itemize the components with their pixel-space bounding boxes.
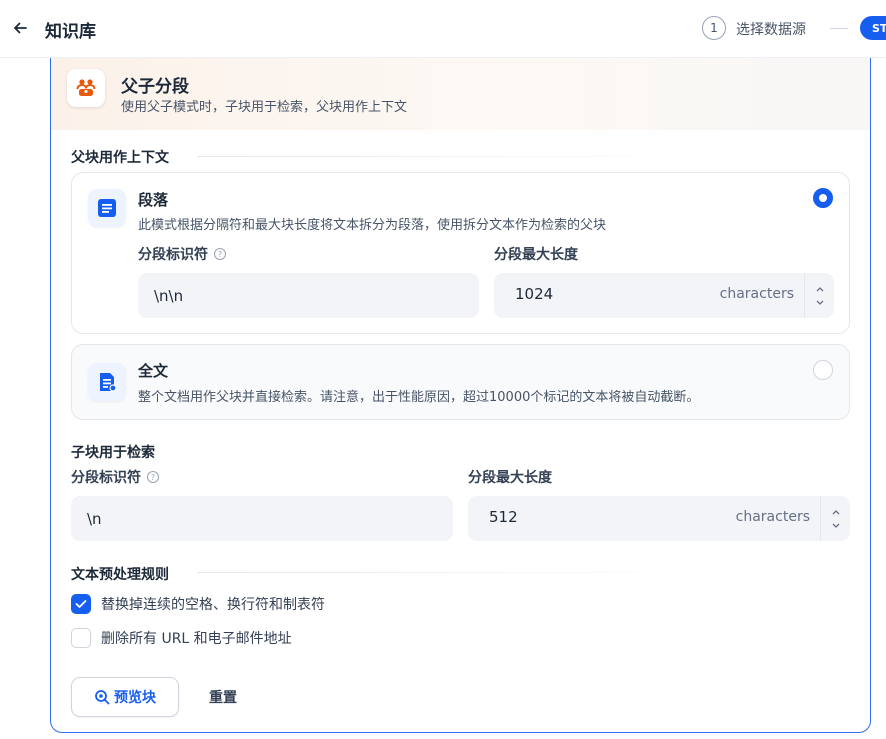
fulltext-doc-icon: [100, 373, 117, 392]
child-max-length-input[interactable]: 512 characters: [468, 496, 850, 541]
parent-max-length-unit: characters: [719, 286, 794, 302]
child-delimiter-label: 分段标识符 ?: [71, 467, 159, 487]
option-paragraph[interactable]: 段落 此模式根据分隔符和最大块长度将文本拆分为段落，使用拆分文本作为检索的父块 …: [71, 172, 850, 334]
mode-description: 使用父子模式时，子块用于检索，父块用作上下文: [121, 100, 408, 115]
parent-child-mode-card: 父子分段 使用父子模式时，子块用于检索，父块用作上下文 父块用作上下文 段落 此…: [50, 58, 871, 733]
parent-max-length-value[interactable]: 1024: [515, 285, 553, 303]
check-icon: [75, 600, 87, 608]
child-delimiter-label-text: 分段标识符: [71, 470, 141, 486]
option-paragraph-title: 段落: [138, 191, 169, 209]
chevron-down-icon: [832, 523, 839, 528]
rule-replace-whitespace-label: 替换掉连续的空格、换行符和制表符: [101, 597, 325, 613]
preview-chunks-button[interactable]: 预览块: [71, 677, 179, 717]
option-fulltext-radio[interactable]: [813, 360, 833, 380]
chevron-down-icon: [816, 300, 823, 305]
mode-header: 父子分段 使用父子模式时，子块用于检索，父块用作上下文: [51, 58, 870, 130]
parent-max-length-stepper[interactable]: [804, 273, 834, 318]
chevron-up-icon: [832, 509, 839, 514]
page-title: 知识库: [45, 22, 96, 42]
decrement-button[interactable]: [829, 520, 843, 532]
mode-icon-box: [67, 69, 105, 107]
section-divider: [197, 572, 707, 573]
rule-replace-whitespace-checkbox[interactable]: [71, 594, 91, 614]
rule-replace-whitespace[interactable]: 替换掉连续的空格、换行符和制表符: [71, 594, 325, 614]
child-max-length-stepper[interactable]: [820, 496, 850, 541]
step-label[interactable]: 选择数据源: [736, 19, 806, 39]
option-paragraph-radio[interactable]: [813, 188, 833, 208]
option-fulltext-description: 整个文档用作父块并直接检索。请注意，出于性能原因，超过10000个标记的文本将被…: [138, 390, 700, 405]
increment-button[interactable]: [829, 506, 843, 518]
step-divider: [830, 28, 848, 29]
paragraph-icon-box: [88, 189, 126, 227]
top-bar: 知识库 1 选择数据源 ST: [0, 0, 886, 58]
preprocessing-title: 文本预处理规则: [71, 567, 169, 583]
child-max-length-unit: characters: [735, 509, 810, 525]
preview-chunks-label: 预览块: [114, 690, 156, 706]
question-circle-icon[interactable]: ?: [214, 248, 226, 260]
parent-delimiter-input[interactable]: \n\n: [138, 273, 479, 318]
parent-max-length-label: 分段最大长度: [494, 247, 578, 263]
chevron-up-icon: [816, 286, 823, 291]
child-max-length-label: 分段最大长度: [468, 470, 552, 486]
search-eye-icon: [95, 690, 110, 705]
reset-button[interactable]: 重置: [197, 677, 249, 717]
child-section-title: 子块用于检索: [71, 445, 155, 461]
parent-delimiter-label: 分段标识符 ?: [138, 244, 226, 264]
paragraph-doc-icon: [98, 199, 116, 217]
mode-title: 父子分段: [121, 77, 189, 97]
section-divider: [197, 156, 707, 157]
parent-section-title: 父块用作上下文: [71, 150, 169, 166]
decrement-button[interactable]: [813, 297, 827, 309]
fulltext-icon-box: [88, 363, 126, 401]
parent-delimiter-label-text: 分段标识符: [138, 247, 208, 263]
question-circle-icon[interactable]: ?: [147, 471, 159, 483]
parent-max-length-input[interactable]: 1024 characters: [494, 273, 834, 318]
rule-remove-urls-label: 删除所有 URL 和电子邮件地址: [101, 631, 292, 647]
increment-button[interactable]: [813, 283, 827, 295]
parent-child-icon: [76, 79, 96, 96]
child-delimiter-input[interactable]: \n: [71, 496, 453, 541]
next-step-badge[interactable]: ST: [860, 16, 886, 40]
option-paragraph-description: 此模式根据分隔符和最大块长度将文本拆分为段落，使用拆分文本作为检索的父块: [138, 218, 607, 233]
option-fulltext-title: 全文: [138, 362, 169, 380]
option-fulltext[interactable]: 全文 整个文档用作父块并直接检索。请注意，出于性能原因，超过10000个标记的文…: [71, 344, 850, 420]
rule-remove-urls[interactable]: 删除所有 URL 和电子邮件地址: [71, 628, 292, 648]
arrow-left-icon: [14, 22, 27, 34]
back-button[interactable]: [10, 17, 30, 39]
step-number-badge: 1: [702, 16, 726, 40]
rule-remove-urls-checkbox[interactable]: [71, 628, 91, 648]
child-max-length-value[interactable]: 512: [489, 508, 518, 526]
